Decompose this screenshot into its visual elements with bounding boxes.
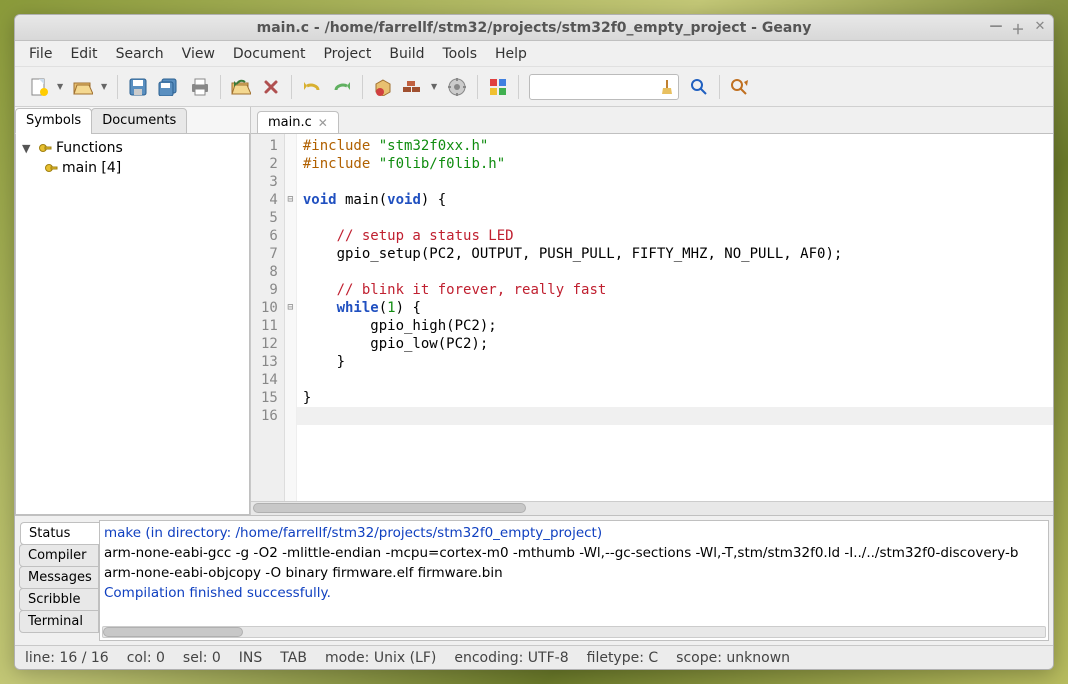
build-button[interactable] xyxy=(399,73,427,101)
search-input[interactable] xyxy=(529,74,679,100)
fold-gutter[interactable]: ⊟⊟ xyxy=(285,134,297,501)
close-button[interactable]: ✕ xyxy=(1033,19,1047,38)
category-icon xyxy=(38,141,52,155)
menu-project[interactable]: Project xyxy=(315,43,379,65)
bottom-panel: StatusCompilerMessagesScribbleTerminal m… xyxy=(15,515,1053,645)
sidebar: Symbols Documents ▼ Functions main [4] xyxy=(15,107,251,515)
menu-view[interactable]: View xyxy=(174,43,223,65)
revert-button[interactable] xyxy=(227,73,255,101)
menu-help[interactable]: Help xyxy=(487,43,535,65)
find-button[interactable] xyxy=(685,73,713,101)
line-number-gutter: 12345678910111213141516 xyxy=(251,134,285,501)
output-line[interactable]: make (in directory: /home/farrellf/stm32… xyxy=(104,523,1044,543)
goto-line-button[interactable] xyxy=(726,73,754,101)
toolbar: ▼ ▼ xyxy=(15,67,1053,107)
code-content[interactable]: #include "stm32f0xx.h"#include "f0lib/f0… xyxy=(297,134,1053,501)
expander-icon[interactable]: ▼ xyxy=(22,142,34,155)
status-filetype: filetype: C xyxy=(587,650,659,666)
open-file-button[interactable] xyxy=(69,73,97,101)
menu-search[interactable]: Search xyxy=(108,43,172,65)
menubar: FileEditSearchViewDocumentProjectBuildTo… xyxy=(15,41,1053,67)
color-chooser-button[interactable] xyxy=(484,73,512,101)
bottom-tab-messages[interactable]: Messages xyxy=(19,566,99,589)
output-line[interactable]: Compilation finished successfully. xyxy=(104,583,1044,603)
redo-button[interactable] xyxy=(328,73,356,101)
tree-category-functions[interactable]: ▼ Functions xyxy=(20,138,245,158)
menu-edit[interactable]: Edit xyxy=(62,43,105,65)
tree-category-label: Functions xyxy=(56,140,123,156)
tree-item-main[interactable]: main [4] xyxy=(20,158,245,178)
output-line[interactable]: arm-none-eabi-objcopy -O binary firmware… xyxy=(104,563,1044,583)
function-icon xyxy=(44,161,58,175)
editor-hscrollbar[interactable] xyxy=(251,501,1053,515)
bottom-tab-scribble[interactable]: Scribble xyxy=(19,588,99,611)
status-sel: sel: 0 xyxy=(183,650,221,666)
build-menu-arrow[interactable]: ▼ xyxy=(431,82,441,91)
compile-button[interactable] xyxy=(369,73,397,101)
main-body: Symbols Documents ▼ Functions main [4] xyxy=(15,107,1053,515)
close-file-button[interactable] xyxy=(257,73,285,101)
run-button[interactable] xyxy=(443,73,471,101)
save-button[interactable] xyxy=(124,73,152,101)
close-tab-icon[interactable]: ✕ xyxy=(318,116,328,130)
editor-tab-label: main.c xyxy=(268,115,312,130)
maximize-button[interactable]: ＋ xyxy=(1011,19,1025,38)
clear-search-icon[interactable] xyxy=(660,79,674,95)
tab-symbols[interactable]: Symbols xyxy=(15,108,92,134)
tab-documents[interactable]: Documents xyxy=(91,108,187,134)
menu-file[interactable]: File xyxy=(21,43,60,65)
minimize-button[interactable]: — xyxy=(989,19,1003,38)
status-ins: INS xyxy=(239,650,263,666)
status-output[interactable]: make (in directory: /home/farrellf/stm32… xyxy=(99,520,1049,641)
menu-tools[interactable]: Tools xyxy=(435,43,486,65)
editor-area: main.c ✕ 12345678910111213141516 ⊟⊟ #inc… xyxy=(251,107,1053,515)
bottom-tab-compiler[interactable]: Compiler xyxy=(19,544,99,567)
app-window: main.c - /home/farrellf/stm32/projects/s… xyxy=(14,14,1054,670)
new-file-menu-arrow[interactable]: ▼ xyxy=(57,82,67,91)
bottom-tabstrip: StatusCompilerMessagesScribbleTerminal xyxy=(15,516,99,645)
statusbar: line: 16 / 16 col: 0 sel: 0 INS TAB mode… xyxy=(15,645,1053,669)
new-file-button[interactable] xyxy=(25,73,53,101)
undo-button[interactable] xyxy=(298,73,326,101)
status-mode: mode: Unix (LF) xyxy=(325,650,436,666)
status-encoding: encoding: UTF-8 xyxy=(454,650,568,666)
status-scope: scope: unknown xyxy=(676,650,790,666)
bottom-tab-terminal[interactable]: Terminal xyxy=(19,610,99,633)
editor-tab-main-c[interactable]: main.c ✕ xyxy=(257,111,339,134)
bottom-tab-status[interactable]: Status xyxy=(20,522,100,545)
menu-document[interactable]: Document xyxy=(225,43,314,65)
status-line: line: 16 / 16 xyxy=(25,650,109,666)
menu-build[interactable]: Build xyxy=(381,43,432,65)
print-button[interactable] xyxy=(186,73,214,101)
status-tab: TAB xyxy=(280,650,307,666)
output-hscrollbar[interactable] xyxy=(102,626,1046,638)
save-all-button[interactable] xyxy=(154,73,182,101)
open-recent-menu-arrow[interactable]: ▼ xyxy=(101,82,111,91)
status-col: col: 0 xyxy=(127,650,165,666)
window-title: main.c - /home/farrellf/stm32/projects/s… xyxy=(257,20,812,36)
output-line[interactable]: arm-none-eabi-gcc -g -O2 -mlittle-endian… xyxy=(104,543,1044,563)
code-editor[interactable]: 12345678910111213141516 ⊟⊟ #include "stm… xyxy=(251,133,1053,501)
symbols-tree: ▼ Functions main [4] xyxy=(15,133,250,515)
tree-item-label: main [4] xyxy=(62,160,121,176)
titlebar: main.c - /home/farrellf/stm32/projects/s… xyxy=(15,15,1053,41)
